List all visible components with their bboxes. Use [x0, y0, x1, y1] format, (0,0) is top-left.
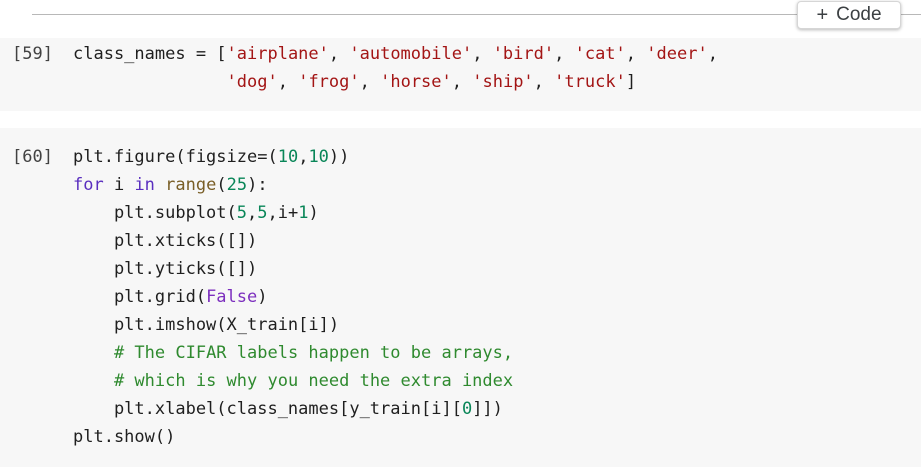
- code-token: ): [257, 287, 268, 307]
- number-literal: 25: [226, 175, 248, 195]
- code-editor[interactable]: class_names = ['airplane', 'automobile',…: [73, 40, 718, 96]
- code-line: plt.xlabel(class_names[y_train[i][0]]): [73, 395, 513, 423]
- code-token: class_names = [: [73, 44, 227, 64]
- code-line: # which is why you need the extra index: [73, 367, 513, 395]
- code-line: plt.yticks([]): [73, 255, 513, 283]
- string-literal: 'automobile': [349, 44, 473, 64]
- code-token: )): [328, 147, 350, 167]
- string-literal: 'ship': [472, 72, 534, 92]
- code-token: plt.figure(figsize=(: [73, 147, 278, 167]
- code-token: ,: [328, 44, 350, 64]
- number-literal: 10: [308, 147, 329, 167]
- code-cell-59[interactable]: [59] class_names = ['airplane', 'automob…: [0, 38, 921, 111]
- builtin-function: range: [165, 175, 217, 195]
- code-token: ,: [451, 72, 473, 92]
- code-line: 'dog', 'frog', 'horse', 'ship', 'truck']: [73, 68, 718, 96]
- string-literal: 'deer': [646, 44, 708, 64]
- code-token: ,: [472, 44, 493, 64]
- number-literal: 0: [461, 399, 473, 419]
- string-literal: 'cat': [574, 44, 626, 64]
- string-literal: 'airplane': [226, 44, 329, 64]
- keyword-token: in: [134, 175, 155, 195]
- code-line: plt.show(): [73, 423, 513, 451]
- string-literal: 'frog': [298, 72, 360, 92]
- keyword-token: False: [206, 287, 258, 307]
- code-line: class_names = ['airplane', 'automobile',…: [73, 40, 718, 68]
- code-cell-60[interactable]: [60] plt.figure(figsize=(10,10)) for i in…: [0, 128, 921, 467]
- code-comment: # which is why you need the extra index: [113, 371, 514, 391]
- code-comment: # The CIFAR labels happen to be arrays,: [113, 343, 514, 363]
- execution-count: [59]: [12, 44, 53, 64]
- code-token: plt.xlabel(class_names[y_train[i][: [73, 399, 462, 419]
- code-line: plt.subplot(5,5,i+1): [73, 199, 513, 227]
- code-token: ]: [625, 72, 637, 92]
- notebook-page: + Code [59] class_names = ['airplane', '…: [0, 0, 921, 475]
- code-token: plt.show(): [73, 427, 176, 447]
- code-token: i: [103, 175, 135, 195]
- string-literal: 'dog': [226, 72, 278, 92]
- number-literal: 1: [298, 203, 309, 223]
- plus-icon: +: [816, 4, 829, 26]
- code-token: plt.xticks([]): [73, 231, 258, 251]
- code-token: (: [216, 175, 227, 195]
- code-token: plt.grid(: [73, 287, 207, 307]
- code-token: ,: [298, 147, 309, 167]
- number-literal: 5: [236, 203, 248, 223]
- code-token: ,: [247, 203, 258, 223]
- code-token: ):: [247, 175, 268, 195]
- code-line: plt.grid(False): [73, 283, 513, 311]
- code-line: # The CIFAR labels happen to be arrays,: [73, 339, 513, 367]
- keyword-token: for: [73, 175, 104, 195]
- code-token: ,: [277, 72, 299, 92]
- string-literal: 'horse': [380, 72, 452, 92]
- code-token: plt.subplot(: [73, 203, 237, 223]
- code-token: ,i+: [267, 203, 299, 223]
- code-line: plt.xticks([]): [73, 227, 513, 255]
- add-code-label: Code: [836, 4, 882, 25]
- code-token: ,: [625, 44, 647, 64]
- code-line: for i in range(25):: [73, 171, 513, 199]
- code-token: ,: [707, 44, 718, 64]
- code-token: plt.yticks([]): [73, 259, 258, 279]
- string-literal: 'bird': [492, 44, 555, 64]
- number-literal: 5: [257, 203, 268, 223]
- code-token: ]]): [472, 399, 503, 419]
- code-line: plt.figure(figsize=(10,10)): [73, 143, 513, 171]
- add-code-button[interactable]: + Code: [797, 1, 901, 29]
- execution-count: [60]: [12, 147, 53, 167]
- string-literal: 'truck': [554, 72, 626, 92]
- code-token: ,: [533, 72, 555, 92]
- number-literal: 10: [277, 147, 299, 167]
- code-line: plt.imshow(X_train[i]): [73, 311, 513, 339]
- cell-divider: [32, 14, 921, 15]
- code-token: ,: [554, 44, 575, 64]
- code-editor[interactable]: plt.figure(figsize=(10,10)) for i in rang…: [73, 143, 513, 451]
- code-token: ,: [359, 72, 381, 92]
- code-token: ): [308, 203, 319, 223]
- code-token: plt.imshow(X_train[i]): [73, 315, 340, 335]
